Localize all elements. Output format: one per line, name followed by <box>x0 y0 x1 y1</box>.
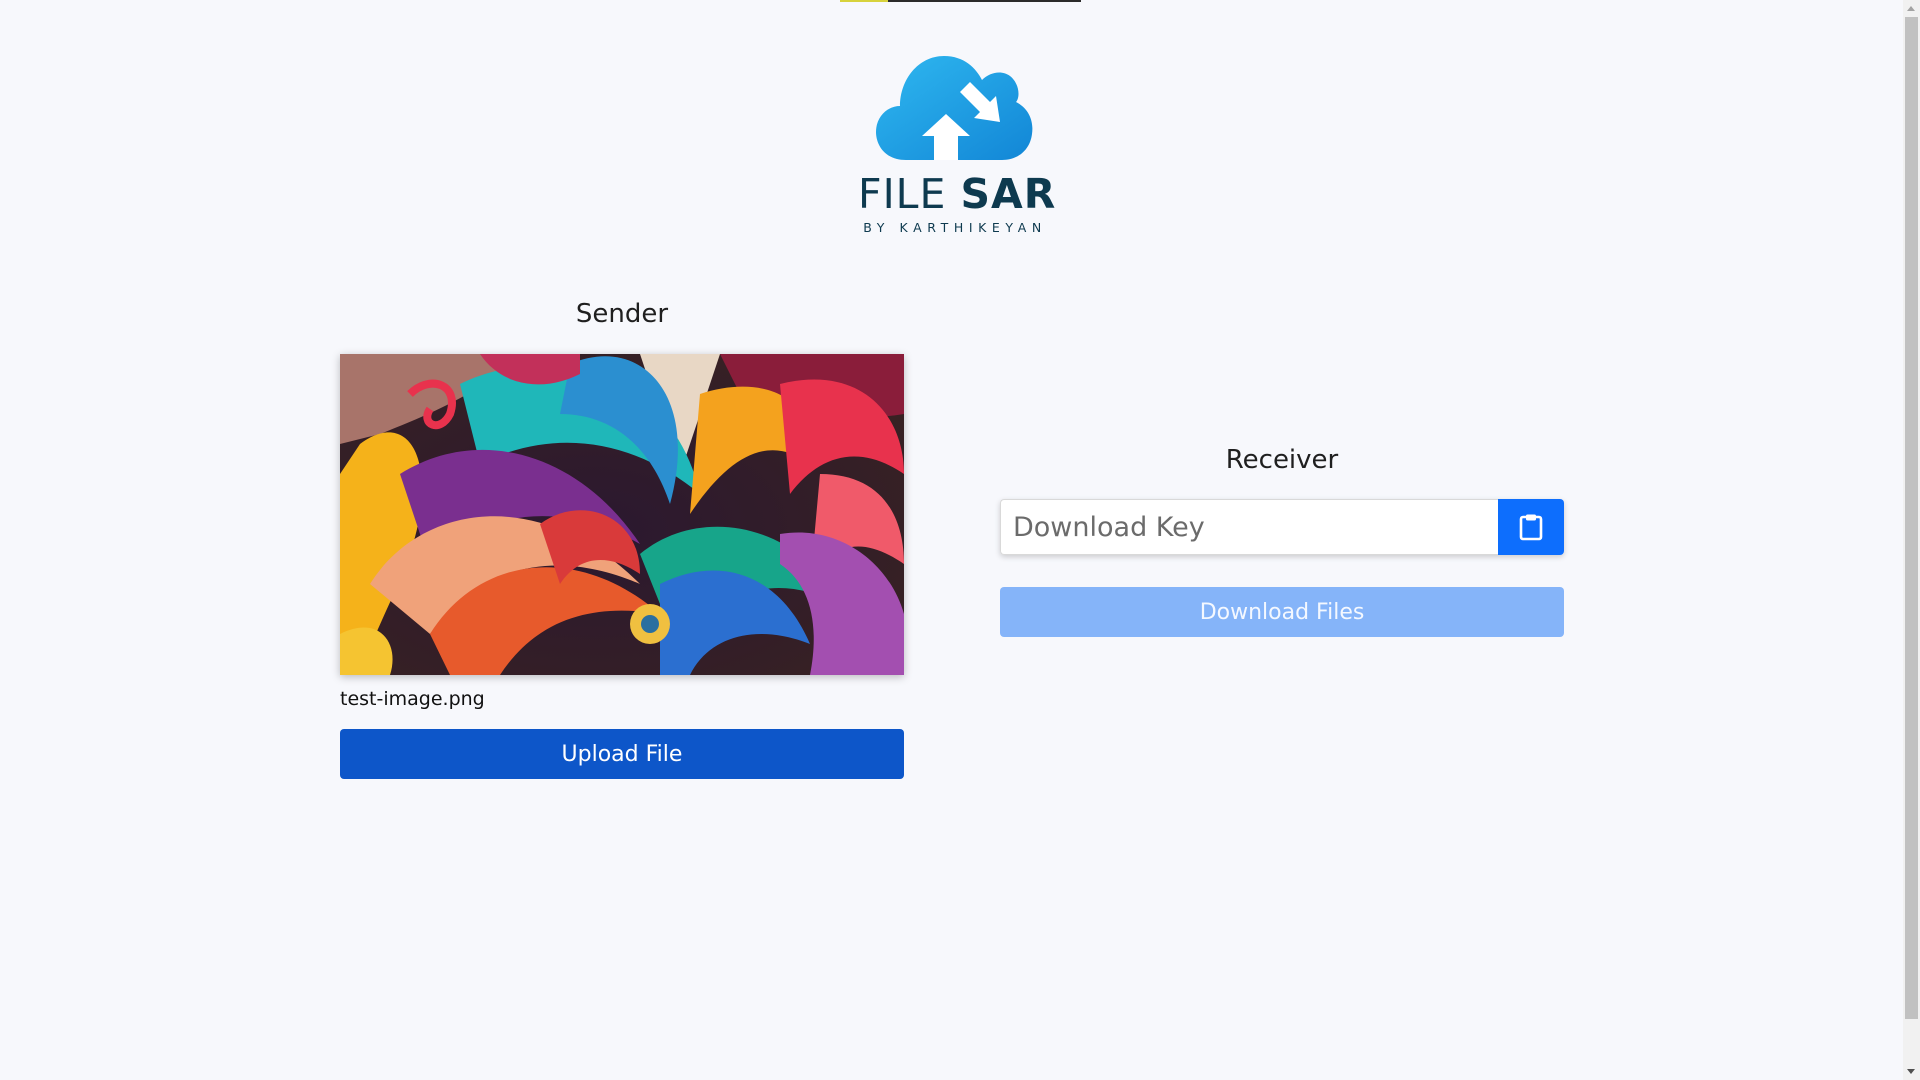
download-files-button[interactable]: Download Files <box>1000 587 1564 637</box>
scroll-down-arrow-icon[interactable] <box>1907 1069 1915 1074</box>
scroll-up-arrow-icon[interactable] <box>1907 6 1915 11</box>
top-progress-bar <box>840 0 1081 2</box>
abstract-art-image <box>340 354 904 675</box>
receiver-panel: Receiver Download Files <box>1000 440 1564 637</box>
scrollbar-thumb[interactable] <box>1905 17 1918 1019</box>
brand-light: FILE <box>858 170 947 218</box>
receiver-title: Receiver <box>1225 445 1339 475</box>
paste-key-button[interactable] <box>1498 499 1564 555</box>
progress-segment <box>840 0 888 2</box>
download-key-group <box>1000 499 1564 555</box>
sender-title: Sender <box>575 299 669 329</box>
brand-bold: SAR <box>960 170 1057 218</box>
sender-panel: Sender test-image.png Upload File <box>340 294 904 779</box>
vertical-scrollbar[interactable] <box>1903 0 1920 1080</box>
file-name: test-image.png <box>340 688 485 710</box>
file-preview-image <box>340 354 904 675</box>
app-logo: FILE SAR BY KARTHIKEYAN <box>858 52 1055 238</box>
download-key-input[interactable] <box>1000 499 1498 555</box>
cloud-transfer-icon <box>876 56 1033 160</box>
brand-name: FILE SAR <box>858 170 1055 218</box>
upload-file-button[interactable]: Upload File <box>340 729 904 779</box>
brand-byline: BY KARTHIKEYAN <box>863 220 1047 235</box>
clipboard-icon <box>1519 514 1543 541</box>
